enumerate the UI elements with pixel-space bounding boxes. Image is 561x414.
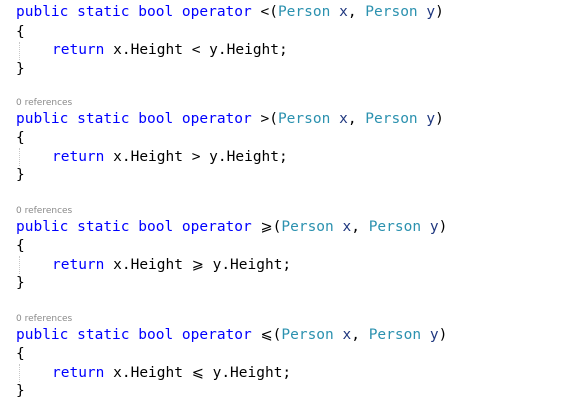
close-paren: ) bbox=[438, 219, 448, 235]
parameter-name: y bbox=[426, 111, 436, 127]
parameter-name: y bbox=[426, 4, 436, 20]
keyword-public: public bbox=[16, 111, 69, 127]
comma: , bbox=[347, 4, 357, 20]
close-paren: ) bbox=[438, 327, 448, 343]
close-paren: ) bbox=[435, 111, 444, 127]
comparison-operator: ⩾ bbox=[191, 257, 204, 273]
expression-right: y.Height; bbox=[209, 42, 288, 58]
parameter-type: Person bbox=[277, 4, 331, 20]
keyword-return: return bbox=[52, 365, 105, 381]
open-brace: { bbox=[16, 24, 25, 40]
open-brace-line[interactable]: { bbox=[16, 22, 25, 42]
keyword-operator: operator bbox=[181, 327, 252, 343]
expression-right: y.Height; bbox=[212, 365, 292, 381]
keyword-bool: bool bbox=[138, 111, 174, 127]
parameter-name: x bbox=[342, 219, 352, 235]
close-brace-line[interactable]: } bbox=[16, 59, 25, 79]
comparison-operator: ⩽ bbox=[191, 365, 204, 381]
operator-symbol: < bbox=[260, 4, 270, 20]
parameter-name: y bbox=[429, 219, 439, 235]
close-brace-line[interactable]: } bbox=[16, 273, 25, 293]
parameter-name: y bbox=[429, 327, 439, 343]
code-editor[interactable]: public static bool operator <(Person x, … bbox=[0, 0, 561, 414]
parameter-type: Person bbox=[365, 4, 418, 20]
return-statement-line[interactable]: return x.Height ⩾ y.Height; bbox=[16, 255, 291, 275]
close-brace: } bbox=[16, 383, 25, 399]
keyword-operator: operator bbox=[181, 4, 252, 20]
return-statement-line[interactable]: return x.Height > y.Height; bbox=[16, 147, 288, 167]
parameter-name: x bbox=[342, 327, 352, 343]
code-lens-references[interactable]: 0 references bbox=[16, 314, 72, 324]
keyword-return: return bbox=[52, 257, 105, 273]
open-brace-line[interactable]: { bbox=[16, 128, 25, 148]
keyword-bool: bool bbox=[138, 219, 174, 235]
close-brace: } bbox=[16, 167, 25, 183]
close-brace-line[interactable]: } bbox=[16, 165, 25, 185]
operator-symbol: > bbox=[260, 111, 270, 127]
keyword-static: static bbox=[77, 219, 130, 235]
parameter-type: Person bbox=[365, 111, 418, 127]
close-brace-line[interactable]: } bbox=[16, 381, 25, 401]
expression-left: x.Height bbox=[113, 42, 183, 58]
parameter-name: x bbox=[339, 111, 348, 127]
code-lens-references[interactable]: 0 references bbox=[16, 206, 72, 216]
parameter-type: Person bbox=[281, 327, 334, 343]
open-brace-line[interactable]: { bbox=[16, 236, 25, 256]
open-paren: ( bbox=[269, 4, 278, 20]
keyword-operator: operator bbox=[181, 111, 252, 127]
open-brace: { bbox=[16, 346, 25, 362]
close-paren: ) bbox=[435, 4, 444, 20]
keyword-return: return bbox=[52, 149, 105, 165]
code-lens-references[interactable]: 0 references bbox=[16, 98, 72, 108]
expression-right: y.Height; bbox=[212, 257, 292, 273]
return-statement-line[interactable]: return x.Height < y.Height; bbox=[16, 40, 288, 60]
keyword-bool: bool bbox=[138, 4, 174, 20]
method-signature-line[interactable]: public static bool operator <(Person x, … bbox=[16, 2, 444, 22]
operator-greater-than-method: 0 references public static bool operator… bbox=[16, 98, 556, 188]
open-brace: { bbox=[16, 130, 25, 146]
parameter-type: Person bbox=[277, 111, 331, 127]
method-signature-line[interactable]: public static bool operator >(Person x, … bbox=[16, 109, 444, 129]
keyword-return: return bbox=[52, 42, 105, 58]
close-brace: } bbox=[16, 275, 25, 291]
parameter-type: Person bbox=[368, 327, 422, 343]
operator-less-or-equal-method: 0 references public static bool operator… bbox=[16, 314, 556, 404]
operator-less-than-method: public static bool operator <(Person x, … bbox=[16, 2, 556, 82]
expression-right: y.Height; bbox=[209, 149, 288, 165]
keyword-static: static bbox=[77, 327, 130, 343]
parameter-type: Person bbox=[281, 219, 334, 235]
expression-left: x.Height bbox=[113, 365, 183, 381]
keyword-public: public bbox=[16, 4, 69, 20]
return-statement-line[interactable]: return x.Height ⩽ y.Height; bbox=[16, 363, 291, 383]
method-signature-line[interactable]: public static bool operator ⩾(Person x, … bbox=[16, 217, 447, 237]
keyword-operator: operator bbox=[181, 219, 252, 235]
open-brace-line[interactable]: { bbox=[16, 344, 25, 364]
operator-symbol: ⩾ bbox=[260, 219, 273, 235]
comma: , bbox=[347, 111, 357, 127]
keyword-public: public bbox=[16, 327, 69, 343]
comma: , bbox=[351, 327, 360, 343]
keyword-public: public bbox=[16, 219, 69, 235]
keyword-bool: bool bbox=[138, 327, 174, 343]
expression-left: x.Height bbox=[113, 257, 183, 273]
keyword-static: static bbox=[77, 4, 130, 20]
comparison-operator: > bbox=[191, 149, 201, 165]
close-brace: } bbox=[16, 61, 25, 77]
method-signature-line[interactable]: public static bool operator ⩽(Person x, … bbox=[16, 325, 447, 345]
expression-left: x.Height bbox=[113, 149, 183, 165]
parameter-type: Person bbox=[368, 219, 422, 235]
comma: , bbox=[351, 219, 360, 235]
open-brace: { bbox=[16, 238, 25, 254]
comparison-operator: < bbox=[191, 42, 201, 58]
operator-greater-or-equal-method: 0 references public static bool operator… bbox=[16, 206, 556, 296]
parameter-name: x bbox=[339, 4, 348, 20]
open-paren: ( bbox=[269, 111, 278, 127]
keyword-static: static bbox=[77, 111, 130, 127]
operator-symbol: ⩽ bbox=[260, 327, 273, 343]
